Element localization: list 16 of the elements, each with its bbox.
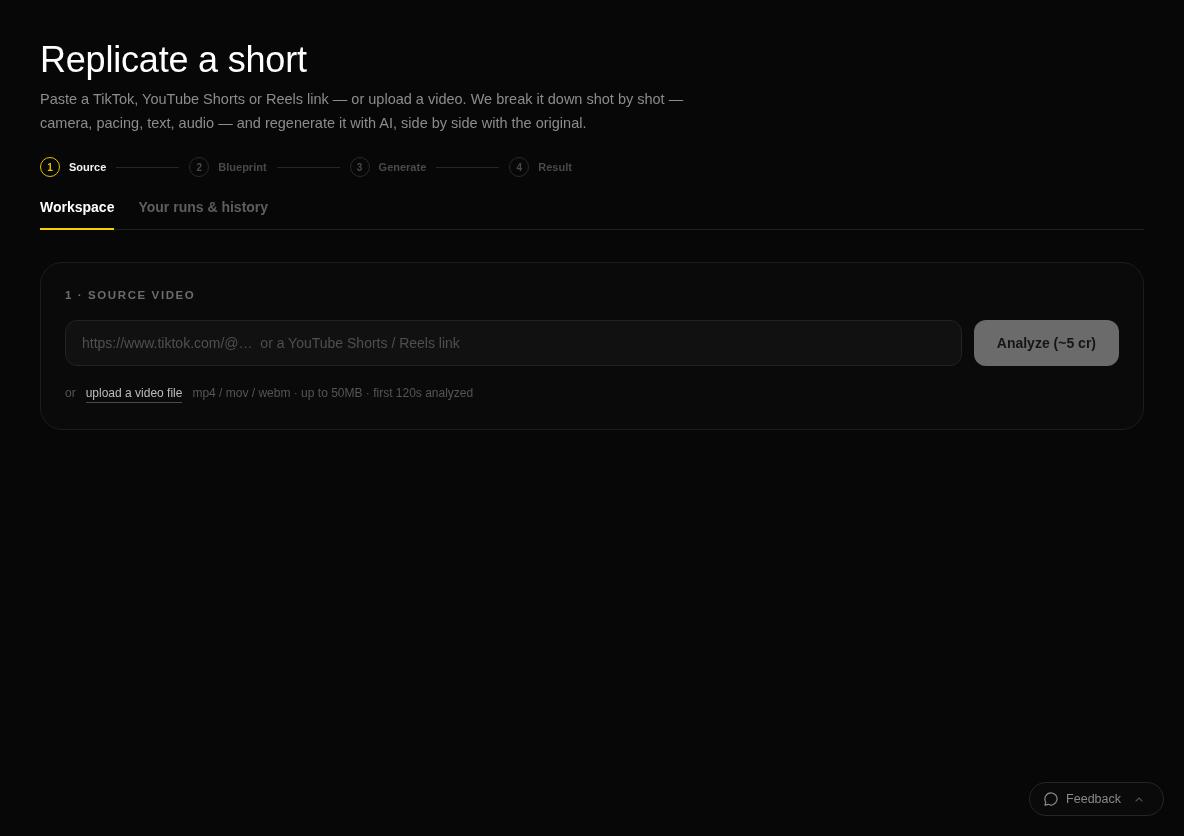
step-label: Blueprint [218,161,267,173]
tab[interactable]: Workspace [40,198,115,230]
video-link-field[interactable]: https://www.tiktok.com/@… or a YouTube Shorts / Reels link [65,320,962,366]
step-label: Source [69,161,107,173]
or-label: or [65,385,76,401]
feedback-button[interactable]: Feedback [1029,782,1164,816]
page-title: Replicate a short [40,40,307,80]
tab[interactable]: Your runs & history [138,198,269,230]
section-heading: 1 · SOURCE VIDEO [65,288,197,302]
chat-bubble-icon [1044,792,1059,806]
upload-video-link[interactable]: upload a video file [85,385,183,403]
upload-hint: mp4 / mov / webm · up to 50MB · first 120s analyzed [192,385,474,401]
page-description: Paste a TikTok, YouTube Shorts or Reels link — or upload a video. We break it down shot by shot — camera, pacing, text, audio — and regenerate it with AI, side by side with the original. [40,90,685,133]
step-label: Generate [378,161,427,173]
step-label: Result [538,161,572,173]
chevron-up-icon [1135,796,1143,802]
